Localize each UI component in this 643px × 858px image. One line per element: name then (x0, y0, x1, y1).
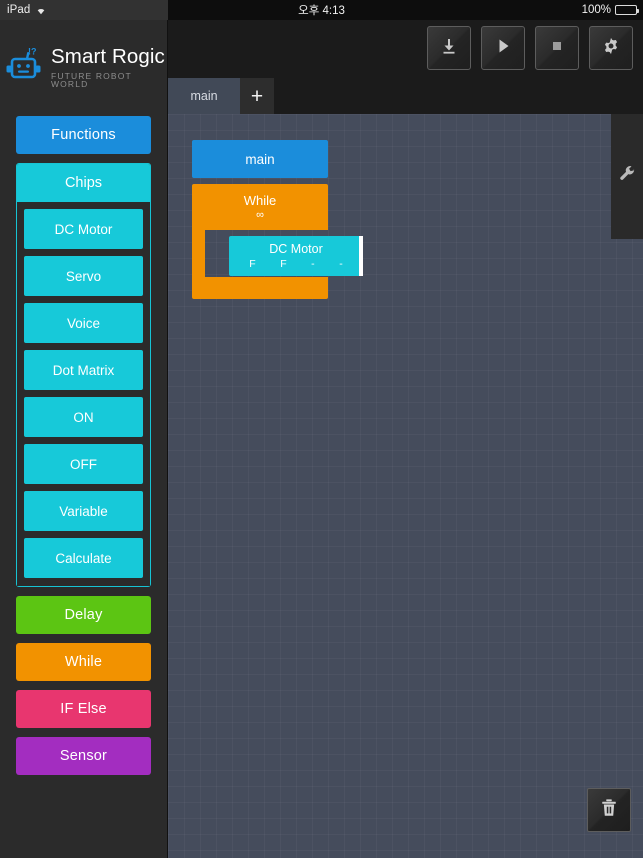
tab-main-label: main (190, 89, 218, 103)
chip-voice[interactable]: Voice (24, 303, 143, 343)
canvas-block-dc-motor-params: F F - - (237, 259, 355, 270)
play-icon (493, 36, 513, 61)
brand-title: Smart Rogic (51, 45, 165, 69)
chip-label: DC Motor (54, 221, 113, 237)
status-bar-right: 100% (581, 0, 639, 20)
canvas-block-main-label: main (245, 151, 275, 167)
svg-text:!?: !? (28, 46, 37, 56)
top-toolbar (168, 20, 643, 78)
add-tab-button[interactable]: + (240, 78, 274, 114)
palette-sensor-label: Sensor (59, 748, 108, 764)
run-button[interactable] (481, 26, 525, 70)
gear-icon (600, 35, 622, 62)
chip-label: Calculate (55, 550, 112, 566)
chip-label: OFF (70, 456, 97, 472)
settings-button[interactable] (589, 26, 633, 70)
chip-on[interactable]: ON (24, 397, 143, 437)
canvas-block-dc-motor[interactable]: DC Motor F F - - (229, 236, 363, 276)
wrench-icon[interactable] (617, 164, 637, 189)
stop-icon (547, 36, 567, 61)
chip-dc-motor[interactable]: DC Motor (24, 209, 143, 249)
canvas-block-dc-motor-label: DC Motor (269, 241, 323, 256)
chip-calculate[interactable]: Calculate (24, 538, 143, 578)
battery-percent: 100% (581, 4, 611, 16)
brand-text: Smart Rogic FUTURE ROBOT WORLD (51, 47, 167, 89)
palette-chips-label: Chips (64, 175, 103, 191)
battery-icon (615, 5, 639, 15)
chip-off[interactable]: OFF (24, 444, 143, 484)
program-canvas[interactable]: main While ∞ DC Motor F F - - (168, 114, 643, 858)
palette-functions-label: Functions (51, 127, 116, 143)
chip-label: Variable (59, 503, 108, 519)
sidebar: !? Smart Rogic FUTURE ROBOT WORLD Functi… (0, 20, 168, 858)
canvas-block-while[interactable]: While ∞ DC Motor F F - - (192, 184, 363, 299)
palette: Functions Chips DC Motor Servo Voice Dot… (0, 116, 167, 775)
download-icon (439, 36, 459, 61)
plus-icon: + (250, 84, 264, 108)
brand-subtitle: FUTURE ROBOT WORLD (51, 70, 132, 90)
palette-chips-list: DC Motor Servo Voice Dot Matrix ON OFF V… (17, 202, 150, 586)
tab-main[interactable]: main (168, 78, 240, 114)
stop-button[interactable] (535, 26, 579, 70)
dc-motor-param-4[interactable]: - (339, 259, 343, 270)
palette-if-else-button[interactable]: IF Else (16, 690, 151, 728)
canvas-block-while-label: While (243, 193, 277, 208)
status-bar-time: 오후 4:13 (298, 5, 345, 17)
status-bar-clock-wrap: 오후 4:13 (0, 0, 643, 20)
canvas-block-while-condition[interactable]: ∞ (256, 210, 264, 221)
chip-dot-matrix[interactable]: Dot Matrix (24, 350, 143, 390)
canvas-block-while-footer (192, 277, 328, 299)
dc-motor-param-3[interactable]: - (311, 259, 315, 270)
dc-motor-param-1[interactable]: F (249, 259, 255, 270)
chip-label: Dot Matrix (52, 362, 115, 378)
chip-label: Voice (66, 315, 101, 331)
smart-rogic-app: iPad 오후 4:13 100% !? Smart Rogic FUTURE … (0, 0, 643, 858)
dc-motor-param-2[interactable]: F (280, 259, 286, 270)
canvas-block-main[interactable]: main (192, 140, 328, 178)
palette-if-else-label: IF Else (60, 701, 107, 717)
palette-delay-button[interactable]: Delay (16, 596, 151, 634)
palette-chips-header[interactable]: Chips (17, 164, 150, 202)
chip-label: Servo (65, 268, 102, 284)
chip-servo[interactable]: Servo (24, 256, 143, 296)
app-logo: !? Smart Rogic FUTURE ROBOT WORLD (0, 20, 167, 116)
palette-sensor-button[interactable]: Sensor (16, 737, 151, 775)
chip-variable[interactable]: Variable (24, 491, 143, 531)
palette-delay-label: Delay (64, 607, 103, 623)
block-selection-indicator (359, 236, 363, 276)
canvas-block-while-header[interactable]: While ∞ (192, 184, 328, 230)
palette-functions-button[interactable]: Functions (16, 116, 151, 154)
palette-chips-group: Chips DC Motor Servo Voice Dot Matrix ON… (16, 163, 151, 587)
tool-flyout-panel[interactable] (611, 114, 643, 239)
robot-head-icon: !? (4, 46, 42, 91)
toolbar-buttons (427, 26, 633, 70)
trash-icon (598, 797, 620, 824)
status-bar: iPad 오후 4:13 100% (0, 0, 643, 20)
chip-label: ON (73, 409, 94, 425)
tab-bar: main + (168, 78, 643, 114)
palette-while-button[interactable]: While (16, 643, 151, 681)
delete-button[interactable] (587, 788, 631, 832)
canvas-block-while-arm (192, 230, 205, 277)
palette-while-label: While (64, 654, 103, 670)
download-button[interactable] (427, 26, 471, 70)
